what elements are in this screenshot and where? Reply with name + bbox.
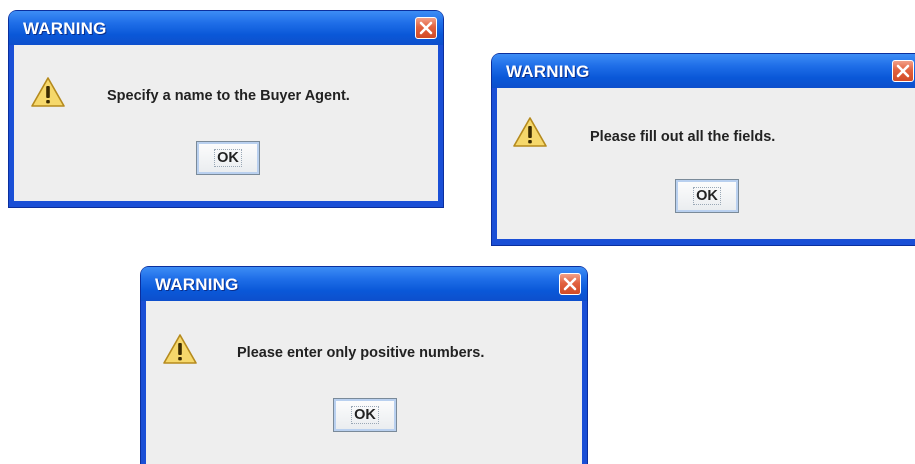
ok-button-label: OK (214, 149, 242, 167)
warning-dialog-fill-fields: WARNING Please fill out all the fields. … (492, 54, 915, 245)
dialog-content: Please enter only positive numbers. OK (146, 301, 582, 464)
ok-button-label: OK (351, 406, 379, 424)
dialog-content: Please fill out all the fields. OK (497, 88, 915, 239)
dialog-titlebar[interactable]: WARNING (141, 267, 587, 301)
warning-triangle-icon (513, 117, 547, 147)
dialog-message: Specify a name to the Buyer Agent. (107, 88, 350, 104)
dialog-title: WARNING (23, 19, 107, 38)
dialog-title: WARNING (506, 62, 590, 81)
close-button[interactable] (892, 60, 914, 82)
ok-button-label: OK (693, 187, 721, 205)
close-icon (896, 64, 910, 78)
warning-dialog-buyer-agent: WARNING Specify a name to the Buyer Agen… (9, 11, 443, 207)
ok-button[interactable]: OK (333, 398, 397, 432)
dialog-titlebar[interactable]: WARNING (492, 54, 915, 88)
dialog-message: Please enter only positive numbers. (237, 345, 485, 361)
ok-button[interactable]: OK (196, 141, 260, 175)
close-button[interactable] (559, 273, 581, 295)
warning-triangle-icon (31, 77, 65, 107)
dialog-titlebar[interactable]: WARNING (9, 11, 443, 45)
dialog-message: Please fill out all the fields. (590, 129, 776, 145)
close-button[interactable] (415, 17, 437, 39)
dialog-content: Specify a name to the Buyer Agent. OK (14, 45, 438, 201)
warning-triangle-icon (163, 334, 197, 364)
dialog-title: WARNING (155, 275, 239, 294)
warning-dialog-positive-numbers: WARNING Please enter only positive numbe… (141, 267, 587, 464)
ok-button[interactable]: OK (675, 179, 739, 213)
close-icon (563, 277, 577, 291)
close-icon (419, 21, 433, 35)
